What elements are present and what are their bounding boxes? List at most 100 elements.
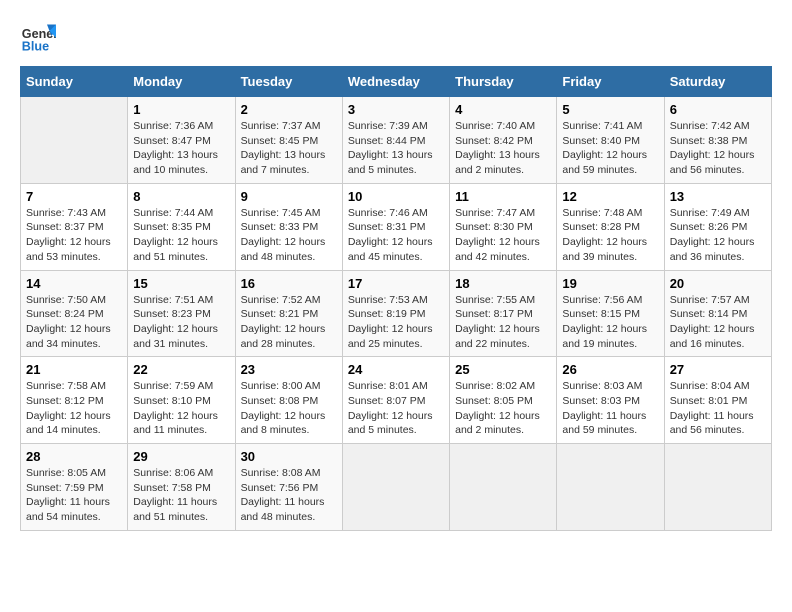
day-info: Sunrise: 7:44 AM Sunset: 8:35 PM Dayligh… (133, 206, 229, 265)
header-day-saturday: Saturday (664, 67, 771, 97)
day-info: Sunrise: 7:43 AM Sunset: 8:37 PM Dayligh… (26, 206, 122, 265)
calendar-header: SundayMondayTuesdayWednesdayThursdayFrid… (21, 67, 772, 97)
header-day-sunday: Sunday (21, 67, 128, 97)
header-day-tuesday: Tuesday (235, 67, 342, 97)
page-header: General Blue (20, 20, 772, 56)
calendar-cell: 21 Sunrise: 7:58 AM Sunset: 8:12 PM Dayli… (21, 357, 128, 444)
day-number: 22 (133, 362, 229, 377)
calendar-cell: 3Sunrise: 7:39 AM Sunset: 8:44 PM Daylig… (342, 97, 449, 184)
logo: General Blue (20, 20, 56, 56)
day-number: 19 (562, 276, 658, 291)
day-number: 8 (133, 189, 229, 204)
day-info: Sunrise: 7:46 AM Sunset: 8:31 PM Dayligh… (348, 206, 444, 265)
day-number: 9 (241, 189, 337, 204)
calendar-cell (450, 444, 557, 531)
day-number: 13 (670, 189, 766, 204)
day-info: Sunrise: 7:37 AM Sunset: 8:45 PM Dayligh… (241, 119, 337, 178)
day-info: Sunrise: 7:58 AM Sunset: 8:12 PM Dayligh… (26, 379, 122, 438)
day-number: 14 (26, 276, 122, 291)
calendar-cell: 18 Sunrise: 7:55 AM Sunset: 8:17 PM Dayli… (450, 270, 557, 357)
calendar-cell: 8 Sunrise: 7:44 AM Sunset: 8:35 PM Daylig… (128, 183, 235, 270)
day-info: Sunrise: 8:05 AM Sunset: 7:59 PM Dayligh… (26, 466, 122, 525)
logo-icon: General Blue (20, 20, 56, 56)
calendar-cell: 27Sunrise: 8:04 AM Sunset: 8:01 PM Dayli… (664, 357, 771, 444)
day-number: 1 (133, 102, 229, 117)
calendar-cell: 29 Sunrise: 8:06 AM Sunset: 7:58 PM Dayli… (128, 444, 235, 531)
calendar-cell: 19 Sunrise: 7:56 AM Sunset: 8:15 PM Dayli… (557, 270, 664, 357)
day-info: Sunrise: 7:53 AM Sunset: 8:19 PM Dayligh… (348, 293, 444, 352)
day-number: 28 (26, 449, 122, 464)
day-info: Sunrise: 8:08 AM Sunset: 7:56 PM Dayligh… (241, 466, 337, 525)
calendar-table: SundayMondayTuesdayWednesdayThursdayFrid… (20, 66, 772, 531)
day-number: 24 (348, 362, 444, 377)
calendar-cell: 11Sunrise: 7:47 AM Sunset: 8:30 PM Dayli… (450, 183, 557, 270)
day-number: 4 (455, 102, 551, 117)
day-info: Sunrise: 7:59 AM Sunset: 8:10 PM Dayligh… (133, 379, 229, 438)
calendar-cell: 13 Sunrise: 7:49 AM Sunset: 8:26 PM Dayli… (664, 183, 771, 270)
day-number: 6 (670, 102, 766, 117)
day-number: 20 (670, 276, 766, 291)
day-number: 26 (562, 362, 658, 377)
day-info: Sunrise: 7:56 AM Sunset: 8:15 PM Dayligh… (562, 293, 658, 352)
calendar-cell: 6 Sunrise: 7:42 AM Sunset: 8:38 PM Daylig… (664, 97, 771, 184)
header-day-friday: Friday (557, 67, 664, 97)
day-number: 5 (562, 102, 658, 117)
day-number: 2 (241, 102, 337, 117)
day-info: Sunrise: 7:51 AM Sunset: 8:23 PM Dayligh… (133, 293, 229, 352)
day-info: Sunrise: 7:49 AM Sunset: 8:26 PM Dayligh… (670, 206, 766, 265)
calendar-cell: 7 Sunrise: 7:43 AM Sunset: 8:37 PM Daylig… (21, 183, 128, 270)
svg-text:Blue: Blue (22, 40, 49, 54)
calendar-cell (342, 444, 449, 531)
calendar-cell: 15 Sunrise: 7:51 AM Sunset: 8:23 PM Dayli… (128, 270, 235, 357)
calendar-cell: 16 Sunrise: 7:52 AM Sunset: 8:21 PM Dayli… (235, 270, 342, 357)
day-number: 30 (241, 449, 337, 464)
day-info: Sunrise: 7:50 AM Sunset: 8:24 PM Dayligh… (26, 293, 122, 352)
calendar-cell (21, 97, 128, 184)
calendar-cell: 28 Sunrise: 8:05 AM Sunset: 7:59 PM Dayli… (21, 444, 128, 531)
calendar-week-1: 1 Sunrise: 7:36 AM Sunset: 8:47 PM Daylig… (21, 97, 772, 184)
header-day-wednesday: Wednesday (342, 67, 449, 97)
calendar-cell: 25 Sunrise: 8:02 AM Sunset: 8:05 PM Dayli… (450, 357, 557, 444)
calendar-cell: 4Sunrise: 7:40 AM Sunset: 8:42 PM Daylig… (450, 97, 557, 184)
calendar-cell (664, 444, 771, 531)
day-number: 23 (241, 362, 337, 377)
day-number: 15 (133, 276, 229, 291)
day-info: Sunrise: 7:52 AM Sunset: 8:21 PM Dayligh… (241, 293, 337, 352)
header-day-thursday: Thursday (450, 67, 557, 97)
calendar-cell (557, 444, 664, 531)
day-info: Sunrise: 8:00 AM Sunset: 8:08 PM Dayligh… (241, 379, 337, 438)
day-info: Sunrise: 7:57 AM Sunset: 8:14 PM Dayligh… (670, 293, 766, 352)
calendar-cell: 9 Sunrise: 7:45 AM Sunset: 8:33 PM Daylig… (235, 183, 342, 270)
day-info: Sunrise: 8:06 AM Sunset: 7:58 PM Dayligh… (133, 466, 229, 525)
day-info: Sunrise: 7:45 AM Sunset: 8:33 PM Dayligh… (241, 206, 337, 265)
calendar-cell: 26Sunrise: 8:03 AM Sunset: 8:03 PM Dayli… (557, 357, 664, 444)
calendar-cell: 17Sunrise: 7:53 AM Sunset: 8:19 PM Dayli… (342, 270, 449, 357)
header-day-monday: Monday (128, 67, 235, 97)
day-info: Sunrise: 7:47 AM Sunset: 8:30 PM Dayligh… (455, 206, 551, 265)
calendar-week-5: 28 Sunrise: 8:05 AM Sunset: 7:59 PM Dayli… (21, 444, 772, 531)
day-number: 29 (133, 449, 229, 464)
calendar-cell: 14 Sunrise: 7:50 AM Sunset: 8:24 PM Dayli… (21, 270, 128, 357)
calendar-cell: 22 Sunrise: 7:59 AM Sunset: 8:10 PM Dayli… (128, 357, 235, 444)
day-number: 18 (455, 276, 551, 291)
calendar-cell: 1 Sunrise: 7:36 AM Sunset: 8:47 PM Daylig… (128, 97, 235, 184)
calendar-cell: 30 Sunrise: 8:08 AM Sunset: 7:56 PM Dayli… (235, 444, 342, 531)
day-info: Sunrise: 7:55 AM Sunset: 8:17 PM Dayligh… (455, 293, 551, 352)
day-number: 27 (670, 362, 766, 377)
day-number: 21 (26, 362, 122, 377)
calendar-cell: 20 Sunrise: 7:57 AM Sunset: 8:14 PM Dayli… (664, 270, 771, 357)
calendar-week-3: 14 Sunrise: 7:50 AM Sunset: 8:24 PM Dayli… (21, 270, 772, 357)
calendar-cell: 12Sunrise: 7:48 AM Sunset: 8:28 PM Dayli… (557, 183, 664, 270)
day-number: 16 (241, 276, 337, 291)
day-info: Sunrise: 7:36 AM Sunset: 8:47 PM Dayligh… (133, 119, 229, 178)
day-number: 25 (455, 362, 551, 377)
day-number: 3 (348, 102, 444, 117)
day-number: 10 (348, 189, 444, 204)
day-number: 7 (26, 189, 122, 204)
day-info: Sunrise: 8:01 AM Sunset: 8:07 PM Dayligh… (348, 379, 444, 438)
header-row: SundayMondayTuesdayWednesdayThursdayFrid… (21, 67, 772, 97)
day-info: Sunrise: 7:42 AM Sunset: 8:38 PM Dayligh… (670, 119, 766, 178)
calendar-cell: 24 Sunrise: 8:01 AM Sunset: 8:07 PM Dayli… (342, 357, 449, 444)
day-info: Sunrise: 8:02 AM Sunset: 8:05 PM Dayligh… (455, 379, 551, 438)
day-info: Sunrise: 7:48 AM Sunset: 8:28 PM Dayligh… (562, 206, 658, 265)
